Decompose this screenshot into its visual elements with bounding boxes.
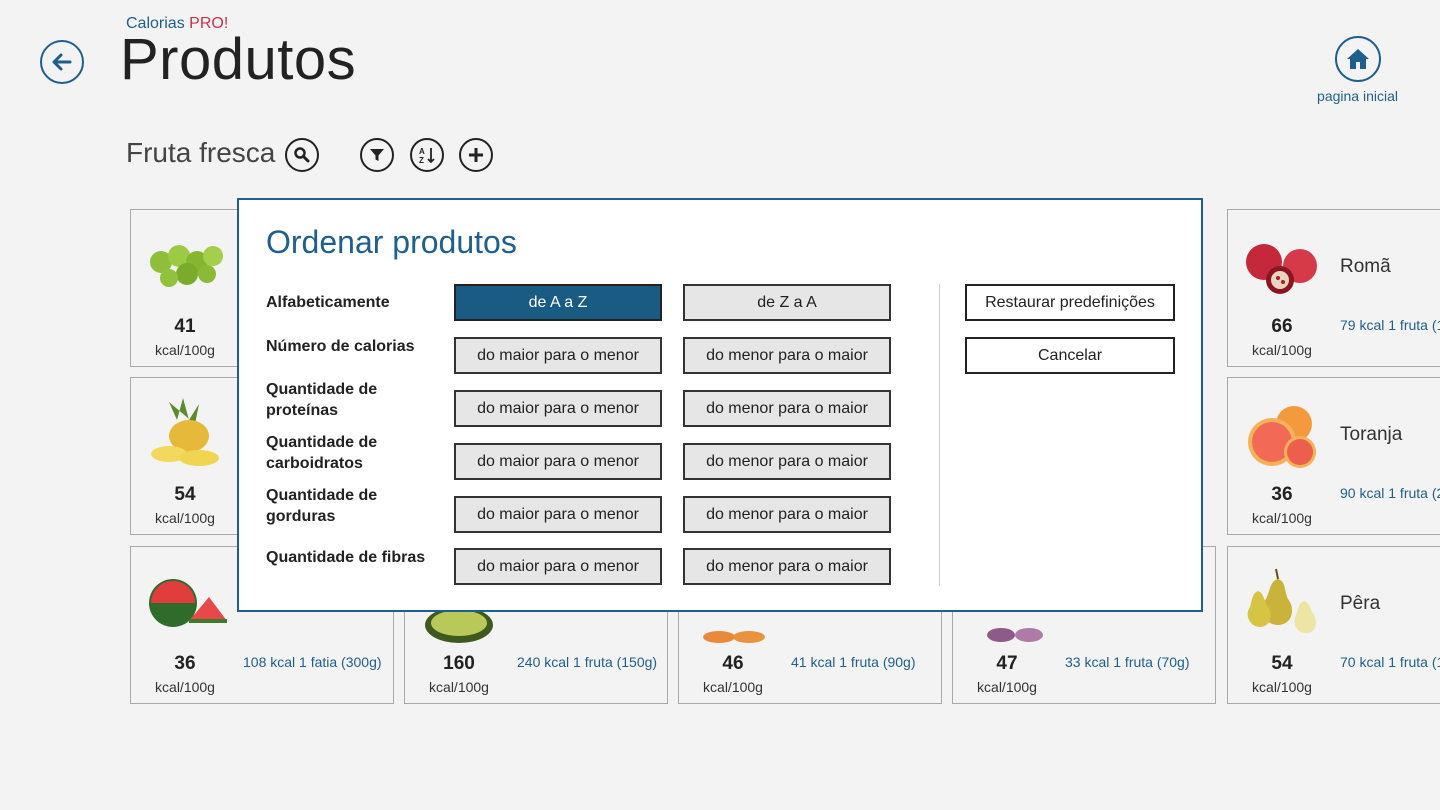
kcal-unit: kcal/100g <box>1252 679 1312 695</box>
grapefruit-image <box>1248 406 1316 468</box>
add-icon <box>469 148 483 162</box>
carbs-asc-button[interactable]: do menor para o maior <box>683 443 891 480</box>
product-card[interactable]: 66 kcal/100g Romã 79 kcal 1 fruta (12 <box>1227 209 1440 367</box>
svg-text:Z: Z <box>419 156 424 165</box>
fats-asc-button[interactable]: do menor para o maior <box>683 496 891 533</box>
fats-desc-button[interactable]: do maior para o menor <box>454 496 662 533</box>
kcal-value: 36 <box>1271 484 1293 505</box>
kcal-unit: kcal/100g <box>429 679 489 695</box>
proteins-desc-button[interactable]: do maior para o menor <box>454 390 662 427</box>
row-label-proteins: Quantidade de proteínas <box>266 381 378 419</box>
kcal-unit: kcal/100g <box>155 342 215 358</box>
pomegranate-image <box>1246 244 1317 294</box>
back-button[interactable] <box>40 40 84 84</box>
kcal-value: 41 <box>174 316 196 337</box>
fiber-desc-button[interactable]: do maior para o menor <box>454 548 662 585</box>
calories-asc-button[interactable]: do menor para o maior <box>683 337 891 374</box>
sort-az-icon: A Z <box>419 147 435 165</box>
proteins-asc-button[interactable]: do menor para o maior <box>683 390 891 427</box>
kcal-value: 36 <box>174 653 196 674</box>
kcal-value: 160 <box>443 653 475 674</box>
sort-button[interactable]: A Z <box>410 138 444 172</box>
product-name: Pêra <box>1340 593 1381 614</box>
portion-info: 108 kcal 1 fatia (300g) <box>243 654 382 670</box>
dialog-divider <box>939 284 940 586</box>
add-button[interactable] <box>459 138 493 172</box>
dialog-title: Ordenar produtos <box>266 224 517 260</box>
row-label-alphabetical: Alfabeticamente <box>266 294 390 311</box>
product-card[interactable]: 54 kcal/100g Pêra 70 kcal 1 fruta (13 <box>1227 546 1440 704</box>
home-label[interactable]: pagina inicial <box>1317 88 1398 104</box>
cancel-button[interactable]: Cancelar <box>965 337 1175 374</box>
kcal-value: 47 <box>996 653 1018 674</box>
portion-info: 240 kcal 1 fruta (150g) <box>517 654 658 670</box>
kcal-unit: kcal/100g <box>1252 342 1312 358</box>
gooseberry-image <box>150 245 223 287</box>
kcal-unit: kcal/100g <box>977 679 1037 695</box>
kcal-value: 46 <box>722 653 744 674</box>
restore-defaults-button[interactable]: Restaurar predefinições <box>965 284 1175 321</box>
filter-icon <box>370 149 384 161</box>
product-name: Toranja <box>1340 424 1403 445</box>
carbs-desc-button[interactable]: do maior para o menor <box>454 443 662 480</box>
watermelon-image <box>149 579 227 627</box>
kcal-value: 54 <box>1271 653 1293 674</box>
filter-button[interactable] <box>360 138 394 172</box>
sort-z-to-a-button[interactable]: de Z a A <box>683 284 891 321</box>
portion-info: 41 kcal 1 fruta (90g) <box>791 654 916 670</box>
kcal-unit: kcal/100g <box>155 679 215 695</box>
kcal-value: 66 <box>1271 316 1293 337</box>
row-label-fiber: Quantidade de fibras <box>266 549 426 566</box>
page-title: Produtos <box>120 27 357 92</box>
portion-info: 70 kcal 1 fruta (13 <box>1340 654 1440 670</box>
row-label-fats: Quantidade de gorduras <box>266 487 378 525</box>
pineapple-image <box>151 398 219 466</box>
row-label-carbs: Quantidade de carboidratos <box>266 434 378 472</box>
kcal-unit: kcal/100g <box>703 679 763 695</box>
home-icon <box>1347 49 1369 69</box>
home-button[interactable] <box>1335 36 1381 82</box>
sort-a-to-z-button[interactable]: de A a Z <box>454 284 662 321</box>
calories-desc-button[interactable]: do maior para o menor <box>454 337 662 374</box>
category-title: Fruta fresca <box>126 137 276 168</box>
kcal-unit: kcal/100g <box>155 510 215 526</box>
pear-image <box>1247 568 1316 633</box>
kcal-value: 54 <box>174 484 196 505</box>
product-card[interactable]: 36 kcal/100g Toranja 90 kcal 1 fruta (25 <box>1227 377 1440 535</box>
svg-text:A: A <box>419 147 425 156</box>
kcal-unit: kcal/100g <box>1252 510 1312 526</box>
arrow-left-icon <box>52 53 72 71</box>
sort-dialog: Ordenar produtos Alfabeticamente de A a … <box>237 198 1203 612</box>
search-button[interactable] <box>285 138 319 172</box>
portion-info: 90 kcal 1 fruta (25 <box>1340 485 1440 501</box>
portion-info: 79 kcal 1 fruta (12 <box>1340 317 1440 333</box>
row-label-calories: Número de calorias <box>266 338 415 355</box>
search-icon <box>294 147 310 163</box>
fiber-asc-button[interactable]: do menor para o maior <box>683 548 891 585</box>
portion-info: 33 kcal 1 fruta (70g) <box>1065 654 1190 670</box>
product-name: Romã <box>1340 256 1391 277</box>
